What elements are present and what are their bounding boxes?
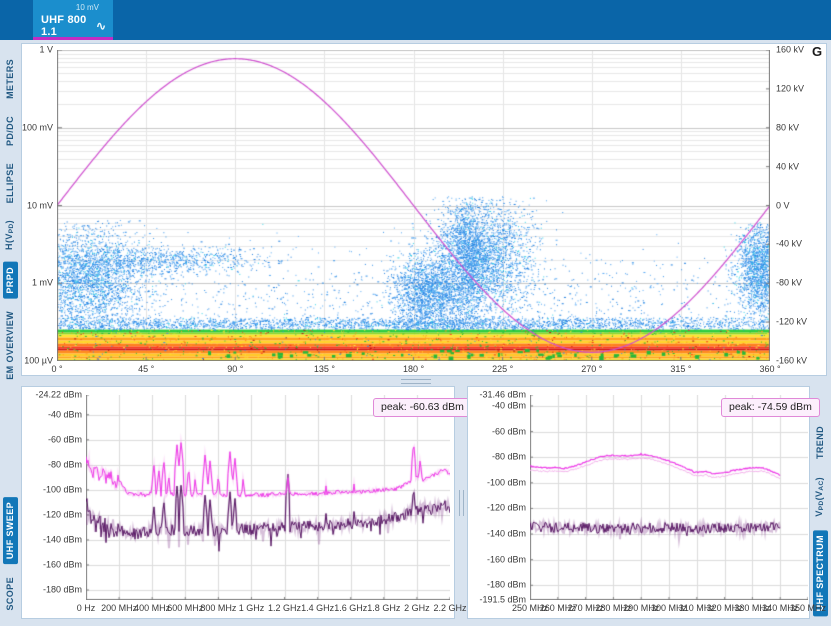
- device-tab-label: UHF 800 1.1: [41, 14, 96, 38]
- tab-meters[interactable]: METERS: [3, 54, 18, 104]
- uhf-spectrum-chart[interactable]: [530, 395, 808, 600]
- tab-h-vpd[interactable]: H(VPD): [2, 215, 18, 255]
- sine-wave-icon: ∿: [96, 19, 106, 33]
- spectrum-peak-readout: peak: -74.59 dBm: [721, 398, 820, 417]
- uhf-sweep-chart[interactable]: [86, 395, 450, 600]
- tab-prpd[interactable]: PRPD: [3, 262, 18, 299]
- horizontal-splitter[interactable]: [0, 377, 831, 386]
- tab-system-overview[interactable]: SYSTEM OVERVIEW: [3, 306, 18, 380]
- sweep-peak-value: peak: -60.63 dBm: [381, 401, 464, 413]
- device-tab-uhf800[interactable]: 10 mV UHF 800 1.1 ∿: [33, 0, 113, 40]
- tab-scope[interactable]: SCOPE: [3, 572, 18, 616]
- spectrum-side-tabs: TREND VPD(VAC) UHF SPECTRUM: [810, 386, 831, 622]
- tab-vpd-vac[interactable]: VPD(VAC): [812, 472, 828, 522]
- tab-uhf-sweep[interactable]: UHF SWEEP: [3, 497, 18, 564]
- splitter-grip: [401, 379, 431, 384]
- top-bar: 10 mV UHF 800 1.1 ∿: [0, 0, 831, 40]
- generator-indicator: G: [812, 44, 822, 59]
- tab-pd-dc[interactable]: PD/DC: [3, 111, 18, 151]
- tab-ellipse[interactable]: ELLIPSE: [3, 158, 18, 208]
- tab-trend[interactable]: TREND: [813, 421, 828, 464]
- prpd-chart[interactable]: [57, 50, 770, 361]
- sweep-side-tabs: UHF SWEEP SCOPE: [0, 386, 21, 622]
- tab-uhf-spectrum[interactable]: UHF SPECTRUM: [813, 530, 828, 616]
- main-side-tabs: METERS PD/DC ELLIPSE H(VPD) PRPD SYSTEM OVERV…: [0, 48, 21, 380]
- vertical-splitter[interactable]: [455, 386, 467, 619]
- app-window: 10 mV UHF 800 1.1 ∿ METERS PD/DC ELLIPSE H(…: [0, 0, 831, 626]
- range-value: 10 mV: [33, 0, 113, 12]
- splitter-grip: [459, 490, 464, 516]
- spectrum-peak-value: peak: -74.59 dBm: [729, 401, 812, 413]
